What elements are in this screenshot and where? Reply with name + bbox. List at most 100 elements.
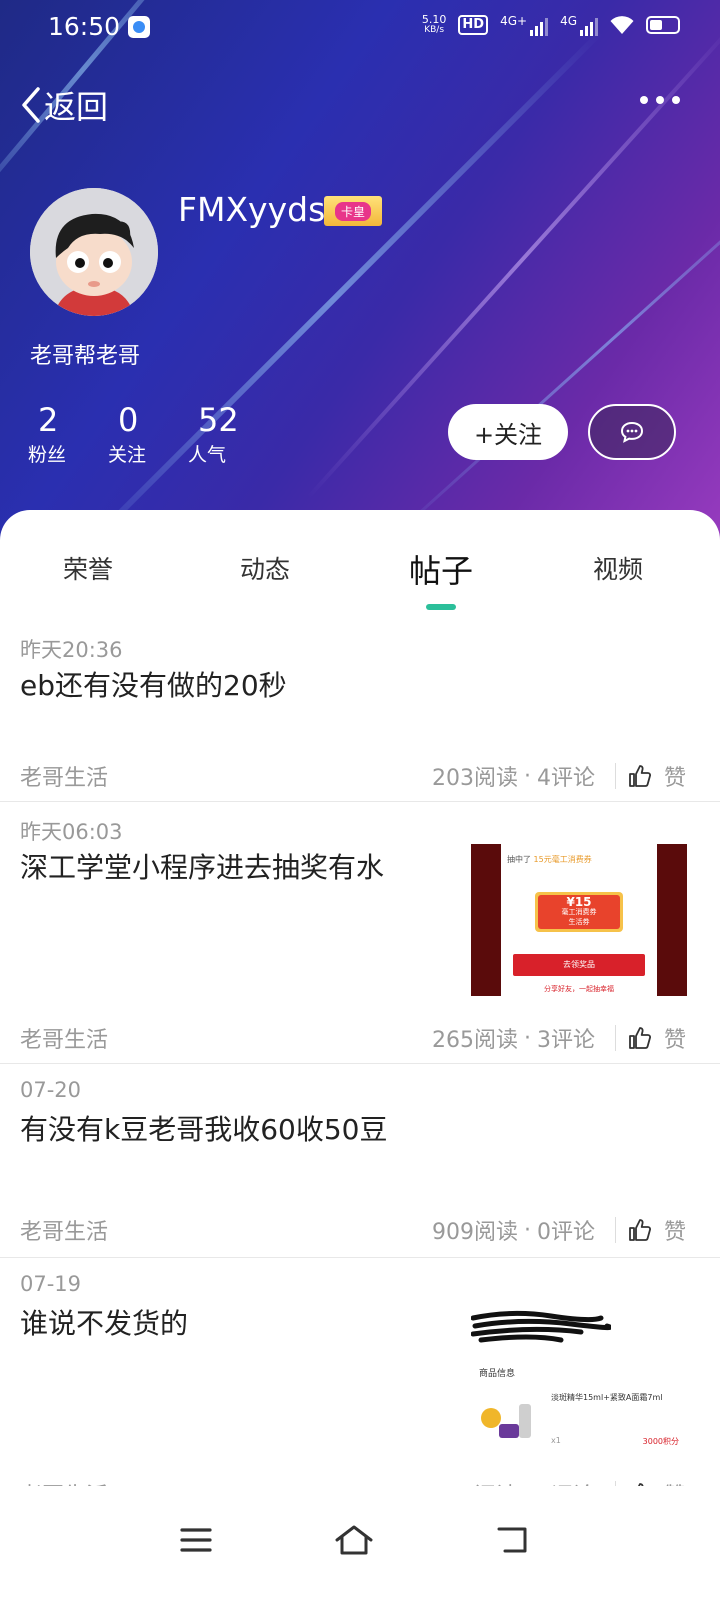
stat-label: 粉丝 [28, 444, 67, 466]
like-label: 赞 [663, 1220, 686, 1245]
post-title: 谁说不发货的 [20, 1307, 189, 1340]
post-comments: 0评论 [536, 1220, 595, 1245]
coupon-line1: 毫工消费券 [561, 908, 597, 916]
post-comments: 3评论 [536, 1028, 595, 1053]
user-stats: 2 粉丝 0 关注 52 人气 [28, 402, 268, 467]
tab-activity[interactable]: 动态 [240, 550, 290, 586]
coupon-amount: ¥15 [566, 895, 592, 909]
wifi-icon [610, 16, 634, 34]
won-item: 15元毫工消费券 [533, 855, 592, 864]
product-points: 3000积分 [642, 1437, 679, 1446]
product-name: 淡斑精华15ml+紧致A面霜7ml [551, 1393, 663, 1402]
post-item[interactable]: 07-19 谁说不发货的 商品信息 淡斑精华15ml+紧致A面霜7ml x1 3… [0, 1258, 720, 1520]
stat-value: 2 [38, 401, 59, 439]
like-button[interactable]: 赞 [628, 1214, 686, 1246]
like-button[interactable]: 赞 [628, 760, 686, 792]
menu-button[interactable] [166, 1510, 226, 1570]
post-title: 有没有k豆老哥我收60收50豆 [20, 1113, 388, 1146]
footer-divider [614, 1025, 616, 1051]
tab-videos[interactable]: 视频 [593, 550, 643, 586]
signal-4g-icon: 4G [560, 14, 598, 36]
stat-value: 0 [118, 401, 139, 439]
app-notification-icon [128, 16, 150, 38]
more-options-button[interactable] [640, 96, 680, 108]
claim-prize-button: 去领奖品 [513, 954, 645, 976]
avatar-cartoon-icon [30, 188, 158, 316]
post-item[interactable]: 昨天06:03 深工学堂小程序进去抽奖有水 抽中了 15元毫工消费券 ¥15 毫… [0, 802, 720, 1064]
product-qty: x1 [551, 1436, 561, 1445]
won-prefix: 抽中了 [507, 855, 531, 864]
network-speed: 5.10 KB/s [422, 14, 447, 36]
back-button[interactable]: 返回 [20, 82, 108, 128]
stat-label: 人气 [188, 444, 227, 466]
post-forum[interactable]: 老哥生活 [20, 760, 432, 792]
back-nav-button[interactable] [482, 1510, 542, 1570]
status-time: 16:50 [48, 12, 121, 41]
post-time: 昨天20:36 [20, 638, 123, 662]
footer-divider [614, 1217, 616, 1243]
more-dot-icon [672, 96, 680, 104]
stat-fans[interactable]: 2 粉丝 [28, 402, 108, 467]
battery-icon [646, 16, 680, 34]
back-arrow-icon [22, 87, 40, 123]
status-indicators: 5.10 KB/s HD 4G+ 4G [422, 14, 680, 36]
vip-badge-label: 卡皇 [334, 201, 371, 221]
post-footer: 老哥生活 909阅读 · 0评论 赞 [20, 1214, 686, 1246]
like-button[interactable]: 赞 [628, 1022, 686, 1054]
post-footer: 老哥生活 203阅读 · 4评论 赞 [20, 760, 686, 792]
thumbnail-won-text: 抽中了 15元毫工消费券 [507, 854, 592, 865]
message-button[interactable] [588, 404, 676, 460]
return-icon [497, 1527, 527, 1553]
post-reads: 203阅读 [431, 766, 518, 791]
post-thumbnail[interactable]: 商品信息 淡斑精华15ml+紧致A面霜7ml x1 3000积分 [471, 1300, 687, 1452]
stat-label: 关注 [108, 444, 147, 466]
profile-header: 16:50 5.10 KB/s HD 4G+ 4G 返回 FMXyyds 卡皇 … [0, 0, 720, 560]
more-dot-icon [656, 96, 664, 104]
post-thumbnail[interactable]: 抽中了 15元毫工消费券 ¥15 毫工消费券 生活券 去领奖品 分享好友，一起抽… [471, 844, 687, 996]
stat-popularity: 52 人气 [188, 402, 268, 467]
coupon-line2: 生活券 [568, 918, 590, 926]
network-speed-unit: KB/s [424, 25, 445, 35]
like-label: 赞 [663, 766, 686, 791]
post-item[interactable]: 昨天20:36 eb还有没有做的20秒 老哥生活 203阅读 · 4评论 赞 [0, 620, 720, 802]
like-label: 赞 [663, 1028, 686, 1053]
user-bio: 老哥帮老哥 [30, 344, 141, 369]
post-reads: 909阅读 [431, 1220, 518, 1245]
home-icon [335, 1525, 373, 1555]
more-dot-icon [640, 96, 648, 104]
post-title: 深工学堂小程序进去抽奖有水 [20, 851, 385, 884]
product-image-icon [481, 1396, 537, 1448]
vip-badge-icon: 卡皇 [324, 196, 382, 226]
stat-value: 52 [198, 401, 239, 439]
thumbnail-panel: 抽中了 15元毫工消费券 ¥15 毫工消费券 生活券 去领奖品 分享好友，一起抽… [501, 844, 657, 996]
signal-label: 4G+ [500, 14, 528, 28]
post-title: eb还有没有做的20秒 [20, 669, 287, 702]
share-text: 分享好友，一起抽幸福 [544, 985, 614, 993]
avatar[interactable] [30, 188, 158, 316]
network-speed-value: 5.10 [421, 13, 447, 26]
profile-tabs: 荣誉 动态 帖子 视频 [0, 550, 720, 620]
post-reads: 265阅读 [431, 1028, 518, 1053]
meta-separator: · [523, 763, 531, 789]
tab-posts[interactable]: 帖子 [409, 546, 473, 592]
home-button[interactable] [324, 1510, 384, 1570]
back-label: 返回 [44, 88, 109, 126]
post-forum[interactable]: 老哥生活 [20, 1022, 432, 1054]
signal-label: 4G [560, 14, 577, 28]
stat-following[interactable]: 0 关注 [108, 402, 188, 467]
post-item[interactable]: 07-20 有没有k豆老哥我收60收50豆 老哥生活 909阅读 · 0评论 赞 [0, 1064, 720, 1258]
username: FMXyyds [178, 190, 326, 229]
thumbs-up-icon [629, 765, 651, 787]
meta-separator: · [523, 1217, 531, 1243]
post-footer: 老哥生活 265阅读 · 3评论 赞 [20, 1022, 686, 1054]
system-navigation-bar [0, 1486, 720, 1600]
tab-honors[interactable]: 荣誉 [63, 550, 113, 586]
post-comments: 4评论 [536, 766, 595, 791]
follow-button[interactable]: +关注 [448, 404, 568, 460]
active-tab-indicator [426, 604, 456, 610]
signal-4g-plus-icon: 4G+ [500, 14, 549, 36]
status-bar: 16:50 5.10 KB/s HD 4G+ 4G [0, 0, 720, 56]
post-forum[interactable]: 老哥生活 [20, 1214, 432, 1246]
product-section-label: 商品信息 [479, 1369, 516, 1379]
thumbs-up-icon [629, 1027, 651, 1049]
